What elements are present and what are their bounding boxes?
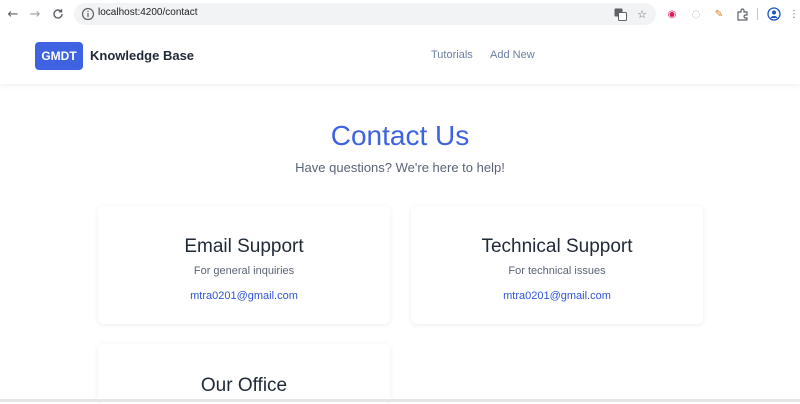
url-text[interactable]: localhost:4200/contact: [98, 7, 198, 18]
nav-add-new[interactable]: Add New: [490, 49, 535, 61]
reload-icon[interactable]: [49, 5, 67, 23]
profile-icon[interactable]: [766, 6, 782, 22]
extension-icon[interactable]: ◌: [688, 6, 704, 22]
email-link[interactable]: mtra0201@gmail.com: [411, 290, 703, 302]
puzzle-icon[interactable]: [734, 6, 750, 22]
address-bar[interactable]: localhost:4200/contact ☆: [74, 3, 656, 25]
app-header: GMDT Knowledge Base Tutorials Add New: [0, 28, 800, 84]
translate-icon[interactable]: [613, 7, 627, 21]
page-title: Contact Us: [330, 120, 470, 151]
card-title: Email Support: [184, 236, 304, 257]
logo[interactable]: GMDT: [35, 42, 83, 70]
menu-dots-icon[interactable]: ⋮: [786, 6, 800, 22]
contact-card-technical: Technical Support For technical issues m…: [411, 206, 703, 324]
site-info-icon[interactable]: [81, 7, 95, 21]
brand-title[interactable]: Knowledge Base: [90, 48, 194, 63]
card-description: For general inquiries: [193, 265, 295, 277]
card-title: Technical Support: [481, 236, 633, 257]
contact-card-office: Our Office: [98, 344, 390, 404]
arrow-left-icon[interactable]: ←: [4, 5, 22, 23]
arrow-right-icon[interactable]: →: [26, 5, 44, 23]
nav-tutorials[interactable]: Tutorials: [431, 49, 473, 61]
browser-toolbar: ← → localhost:4200/contact ☆ ◉ ◌ ✎ ⋮: [0, 0, 800, 28]
extension-icon[interactable]: ◉: [664, 6, 680, 22]
page-subtitle: Have questions? We're here to help!: [295, 160, 505, 175]
pen-extension-icon[interactable]: ✎: [711, 6, 727, 22]
contact-card-email: Email Support For general inquiries mtra…: [98, 206, 390, 324]
toolbar-divider: [757, 8, 758, 20]
card-description: For technical issues: [508, 265, 606, 277]
bookmark-star-icon[interactable]: ☆: [635, 7, 649, 21]
card-title: Our Office: [200, 375, 288, 396]
email-link[interactable]: mtra0201@gmail.com: [98, 290, 390, 302]
